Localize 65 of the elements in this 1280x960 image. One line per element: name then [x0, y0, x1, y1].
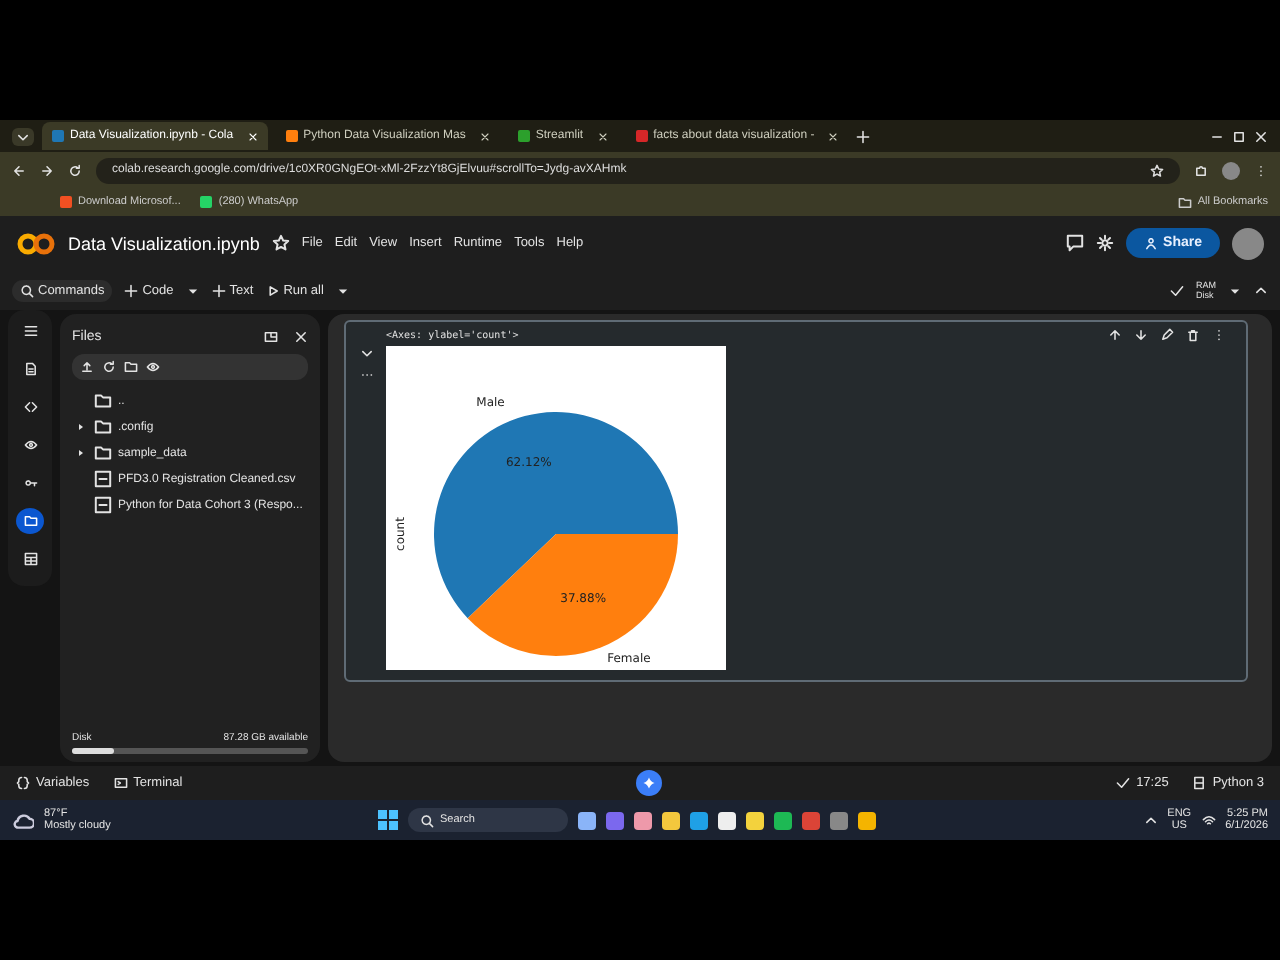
comment-icon[interactable] [1065, 234, 1084, 252]
server-icon [1192, 776, 1207, 790]
sparkle-button[interactable] [636, 770, 663, 796]
refresh-icon[interactable] [102, 360, 116, 374]
person-icon [1143, 236, 1158, 250]
check-icon [1170, 283, 1184, 297]
close-icon[interactable] [294, 329, 308, 343]
plus-icon [124, 283, 139, 297]
check-icon [1116, 776, 1131, 790]
pencil-icon[interactable] [1160, 328, 1174, 342]
new-window-icon[interactable] [264, 329, 278, 343]
tab-search-button[interactable] [12, 127, 34, 145]
plus-icon [211, 283, 226, 297]
braces-icon [16, 776, 30, 790]
star-icon[interactable] [1150, 163, 1164, 177]
avatar-icon[interactable] [1232, 227, 1264, 259]
back-arrow-icon[interactable] [12, 163, 26, 177]
reload-icon[interactable] [68, 163, 82, 177]
maximize-icon[interactable] [1232, 129, 1246, 143]
windows-logo-icon[interactable] [378, 810, 398, 830]
close-icon[interactable] [828, 131, 839, 141]
eye-icon[interactable] [146, 360, 160, 374]
avatar-icon[interactable] [1222, 161, 1240, 179]
settings-icon[interactable] [1095, 234, 1114, 252]
trash-icon[interactable] [1186, 328, 1200, 342]
forward-arrow-icon[interactable] [40, 163, 54, 177]
upload-icon[interactable] [80, 360, 94, 374]
chevron-down-icon[interactable] [16, 129, 30, 143]
eye-icon [23, 438, 37, 452]
wifi-icon[interactable] [1201, 813, 1216, 827]
star-icon[interactable] [271, 234, 290, 252]
sparkle-icon [642, 776, 657, 790]
puzzle-icon[interactable] [1194, 163, 1208, 177]
table-icon [23, 552, 37, 566]
up-arrow-icon[interactable] [1108, 328, 1122, 342]
key-icon [23, 476, 37, 490]
caret-icon[interactable] [75, 422, 85, 432]
play-icon [265, 283, 280, 297]
close-icon[interactable] [597, 131, 608, 141]
new-tab-icon[interactable] [856, 129, 871, 143]
cloud-icon [12, 809, 34, 831]
table-of-contents-icon [23, 324, 37, 338]
folder-icon [23, 514, 37, 528]
close-icon[interactable] [1254, 129, 1268, 143]
folder-icon[interactable] [124, 360, 138, 374]
folder-icon[interactable] [1177, 195, 1192, 209]
search-icon [420, 813, 434, 827]
close-icon[interactable] [479, 131, 490, 141]
down-arrow-icon[interactable] [1134, 328, 1148, 342]
more-icon[interactable] [359, 368, 373, 382]
file-icon [94, 496, 112, 514]
code-icon [23, 400, 37, 414]
file-icon [94, 470, 112, 488]
chevron-up-icon[interactable] [1254, 283, 1268, 297]
caret-icon[interactable] [75, 448, 85, 458]
colab-logo-icon[interactable] [16, 231, 56, 255]
chevron-down-icon[interactable] [359, 346, 373, 360]
notebook-title[interactable]: Data Visualization.ipynb [68, 233, 260, 253]
sidebar-button[interactable] [16, 508, 44, 534]
more-menu-icon[interactable] [1254, 163, 1268, 177]
search-icon [20, 283, 34, 297]
chevron-up-icon[interactable] [1143, 813, 1158, 827]
document-icon [23, 362, 37, 376]
more-menu-icon[interactable] [1212, 328, 1226, 342]
terminal-icon [113, 776, 128, 790]
